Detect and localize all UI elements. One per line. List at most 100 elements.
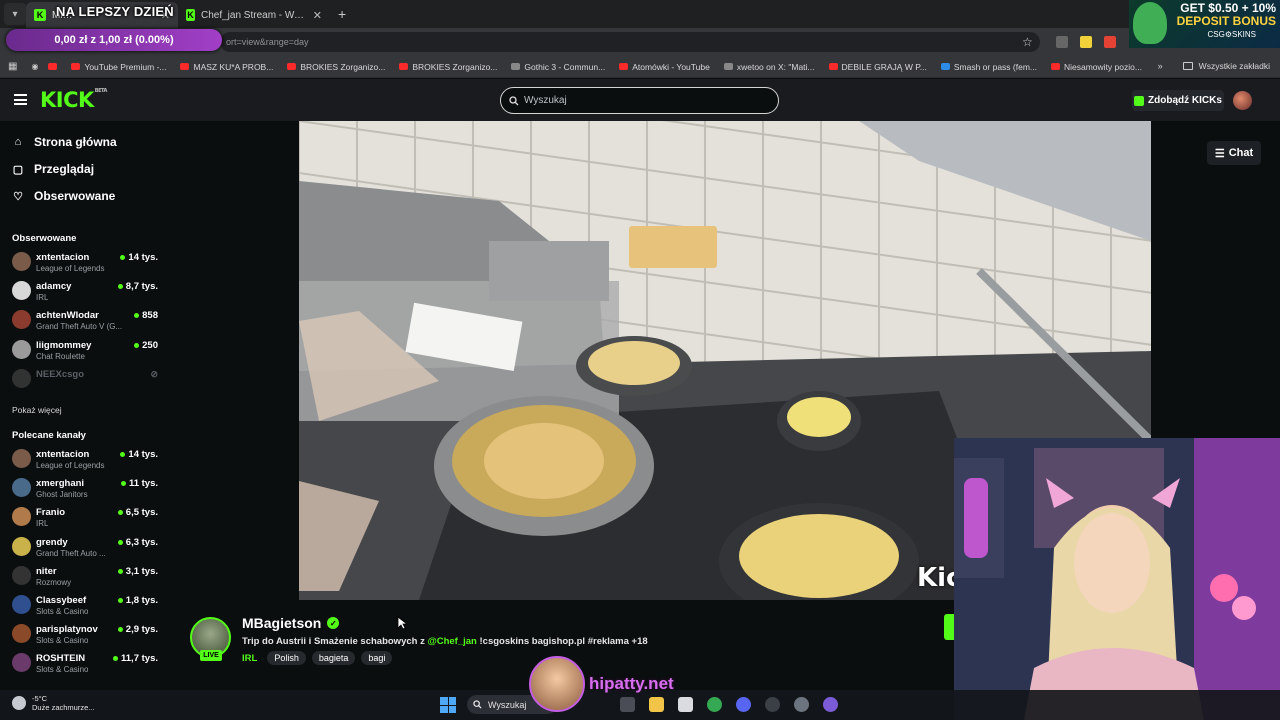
ad-brand: CSG⚙SKINS [1207, 30, 1256, 39]
bookmark-item[interactable]: BROKIES Zorganizo... [399, 62, 497, 72]
channel-item[interactable]: parisplatynov Slots & Casino 2,9 tys. [12, 622, 162, 649]
tag-pill[interactable]: bagi [361, 651, 393, 665]
tab-search-icon[interactable]: ▾ [4, 3, 26, 25]
bookmark-item[interactable]: BROKIES Zorganizo... [287, 62, 385, 72]
tab-title: Chef_jan Stream - Watch Live o [200, 9, 307, 21]
channel-avatar [12, 478, 31, 498]
streamer-name[interactable]: MBagietson ✓ [242, 615, 340, 631]
bookmark-item[interactable]: DEBILE GRAJĄ W P... [828, 62, 927, 72]
follow-button-edge[interactable] [944, 614, 954, 640]
nav-home[interactable]: ⌂ Strona główna [12, 135, 117, 149]
viewer-count-text: 11 tys. [128, 478, 158, 490]
new-tab-button[interactable]: + [338, 6, 346, 22]
browser-tabbar: ▾ K Mi… ✕ K Chef_jan Stream - Watch Live… [0, 0, 1280, 28]
channel-item[interactable]: achtenWlodar Grand Theft Auto V (G... 858 [12, 308, 162, 335]
chat-toggle-button[interactable]: ☰ Chat [1207, 141, 1261, 165]
channel-item[interactable]: adamcy IRL 8,7 tys. [12, 279, 162, 306]
bookmark-item[interactable]: Gothic 3 - Commun... [511, 62, 605, 72]
extension-icon[interactable] [1056, 36, 1068, 48]
promo-overlay-text: NA LEPSZY DZIEŃ [56, 4, 174, 19]
settings-gear-icon[interactable] [794, 697, 809, 712]
bookmark-item[interactable] [48, 63, 58, 70]
search-box[interactable] [500, 87, 779, 114]
viewer-count: 858 [134, 310, 158, 321]
hipatty-overlay: hipatty.net [529, 656, 674, 712]
channel-item[interactable]: grendy Grand Theft Auto ... 6,3 tys. [12, 535, 162, 562]
bookmark-item[interactable]: Atomówki - YouTube [619, 62, 710, 72]
extension-icon[interactable] [1104, 36, 1116, 48]
apps-grid-icon[interactable]: ▦ [8, 61, 17, 72]
casino-ad-banner: GET $0.50 + 10% DEPOSIT BONUS CSG⚙SKINS [1129, 0, 1280, 48]
viewer-count: 2,9 tys. [117, 624, 158, 635]
bookmark-item[interactable]: MASZ KU*A PROB... [180, 62, 273, 72]
discord-icon[interactable] [736, 697, 751, 712]
channel-item[interactable]: ROSHTEIN Slots & Casino 11,7 tys. [12, 651, 162, 678]
youtube-icon [399, 63, 409, 70]
channel-name: liigmommey [36, 339, 92, 351]
tag-pill[interactable]: bagieta [311, 651, 356, 665]
channel-item[interactable]: Classybeef Slots & Casino 1,8 tys. [12, 593, 162, 620]
channel-name: niter [36, 565, 57, 577]
nav-following[interactable]: ♡ Obserwowane [12, 189, 115, 203]
webcam-frame [954, 438, 1280, 720]
browse-icon: ▢ [12, 163, 24, 176]
store-icon[interactable] [678, 697, 693, 712]
extension-icon[interactable] [1080, 36, 1092, 48]
obs-icon[interactable] [765, 697, 780, 712]
all-bookmarks-link[interactable]: Wszystkie zakładki [1199, 61, 1270, 71]
chevron-right-icon[interactable]: » [1158, 61, 1163, 71]
live-badge: LIVE [200, 650, 222, 661]
kicks-coin-icon [1134, 95, 1145, 106]
bookmark-item[interactable]: Smash or pass (fem... [940, 62, 1037, 72]
viewer-count: 250 [134, 340, 158, 351]
channel-avatar [12, 624, 31, 644]
weather-widget[interactable]: -5°C Duże zachmurze... [12, 694, 95, 712]
channel-name: ROSHTEIN [36, 653, 86, 665]
channel-item[interactable]: liigmommey Chat Roulette 250 [12, 338, 162, 365]
channel-name: Classybeef [36, 595, 87, 606]
channel-item[interactable]: xmerghani Ghost Janitors 11 tys. [12, 476, 162, 503]
channel-category: League of Legends [36, 461, 105, 470]
bookmark-item[interactable]: YouTube Premium -... [71, 62, 166, 72]
youtube-icon [619, 63, 629, 70]
channel-category: IRL [36, 519, 49, 529]
channel-item[interactable]: niter Rozmowy 3,1 tys. [12, 564, 162, 591]
menu-icon[interactable] [14, 94, 27, 105]
bookmark-item[interactable]: Niesamowity pozio... [1051, 62, 1142, 72]
offline-icon: ⊘ [150, 368, 158, 379]
search-input[interactable] [524, 95, 764, 106]
nav-browse[interactable]: ▢ Przeglądaj [12, 162, 94, 176]
channel-category: Slots & Casino [36, 607, 89, 616]
show-more-link[interactable]: Pokaż więcej [12, 405, 62, 415]
heart-icon: ♡ [13, 190, 23, 203]
kick-logo[interactable]: KICKBETA [40, 88, 107, 112]
history-icon[interactable]: ◉ [31, 62, 38, 71]
live-dot-icon [120, 452, 126, 457]
tab-chef-jan[interactable]: K Chef_jan Stream - Watch Live o ✕ [178, 2, 330, 28]
user-avatar[interactable] [1233, 91, 1252, 110]
channel-item[interactable]: xntentacion League of Legends 14 tys. [12, 250, 162, 277]
url-field[interactable]: ort=view&range=day [220, 32, 1040, 52]
live-dot-icon [117, 284, 123, 290]
channel-item[interactable]: Franio IRL 6,5 tys. [12, 505, 162, 532]
bookmark-item[interactable]: xwetoo on X: "Mati... [723, 62, 815, 72]
close-icon[interactable]: ✕ [313, 9, 322, 22]
kick-topnav: KICKBETA Zdobądź KICKs [0, 79, 1280, 121]
stream-category[interactable]: IRL [242, 653, 257, 664]
viewer-count-text: 6,5 tys. [125, 507, 158, 519]
page-icon [511, 63, 521, 70]
channel-category: Chat Roulette [36, 351, 85, 361]
mention-link[interactable]: @Chef_jan [427, 636, 476, 647]
viewer-count: 14 tys. [120, 449, 158, 460]
viewer-count-text: 3,1 tys. [125, 565, 158, 577]
tag-pill[interactable]: Polish [267, 651, 306, 665]
channel-item[interactable]: xntentacion League of Legends 14 tys. [12, 447, 162, 474]
app-icon[interactable] [823, 697, 838, 712]
live-dot-icon [134, 313, 140, 319]
get-kicks-button[interactable]: Zdobądź KICKs [1132, 90, 1224, 111]
bookmark-star-icon[interactable]: ☆ [1022, 35, 1033, 49]
chrome-icon[interactable] [707, 697, 722, 712]
channel-item[interactable]: NEEXcsgo ⊘ [12, 367, 162, 394]
verified-icon: ✓ [327, 617, 340, 629]
windows-start-icon[interactable] [440, 697, 456, 713]
